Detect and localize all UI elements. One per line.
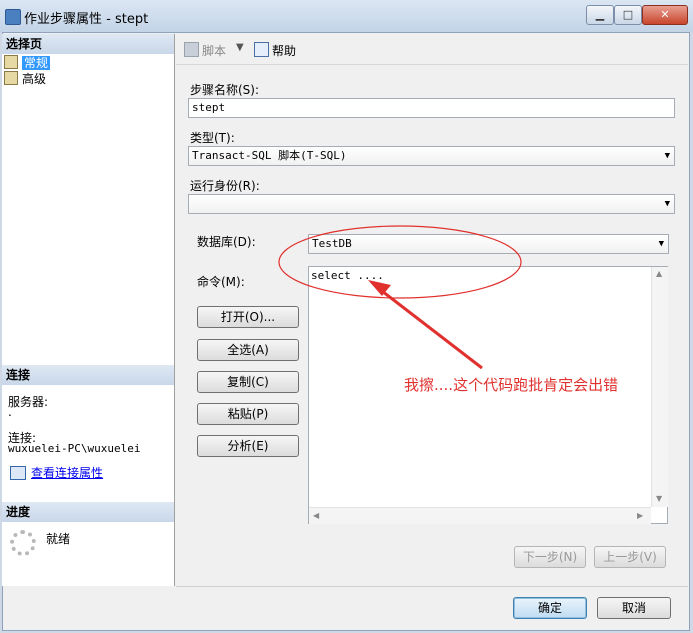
footer-separator bbox=[176, 586, 688, 587]
ok-button[interactable]: 确定 bbox=[513, 597, 587, 619]
annotation-arrow-line bbox=[377, 286, 483, 370]
cancel-button[interactable]: 取消 bbox=[597, 597, 671, 619]
annotation-overlay bbox=[278, 225, 522, 370]
annotation-text: 我擦....这个代码跑批肯定会出错 bbox=[404, 376, 619, 394]
annotation-ellipse bbox=[278, 225, 522, 299]
